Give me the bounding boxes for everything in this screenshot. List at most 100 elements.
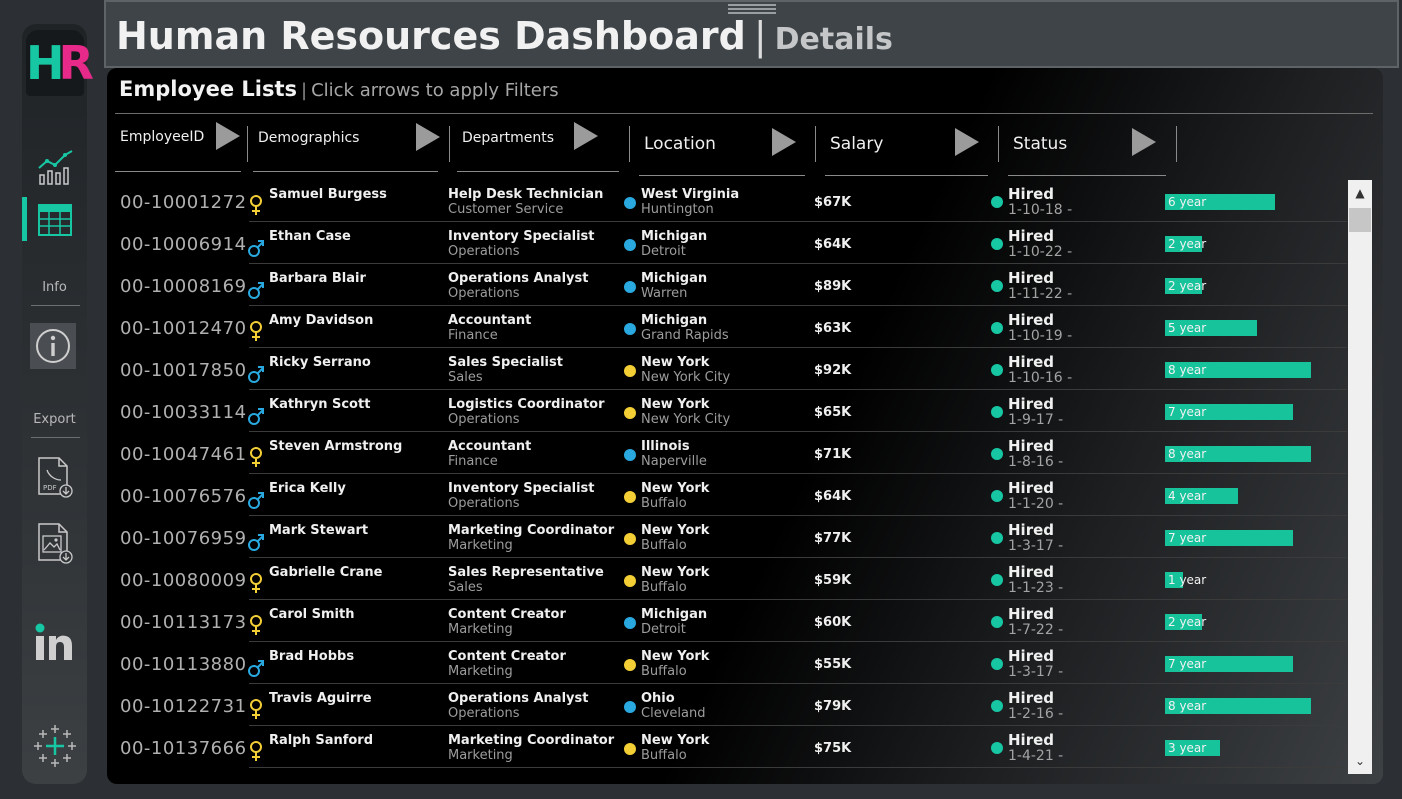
department: Marketing — [448, 538, 513, 553]
table-row[interactable]: 00-10137666 Ralph Sanford Marketing Coordi… — [107, 726, 1347, 768]
job-title: Accountant — [448, 313, 532, 328]
state: West Virginia — [641, 187, 740, 202]
employee-id: 00-10113173 — [120, 612, 247, 633]
job-title: Content Creator — [448, 607, 566, 622]
state: New York — [641, 523, 710, 538]
tenure-label: 7 year — [1168, 531, 1207, 545]
hire-date: 1-9-17 - — [1008, 412, 1064, 428]
employee-id: 00-10080009 — [120, 570, 247, 591]
table-row[interactable]: 00-10113880 Brad Hobbs Content Creator Mark… — [107, 642, 1347, 684]
table-row[interactable]: 00-10033114 Kathryn Scott Logistics Coordi… — [107, 390, 1347, 432]
status-dot — [991, 448, 1003, 460]
employee-id: 00-10122731 — [120, 696, 247, 717]
status-dot — [991, 742, 1003, 754]
table-row[interactable]: 00-10012470 Amy Davidson Accountant Finance… — [107, 306, 1347, 348]
location-dot — [624, 281, 636, 293]
department: Operations — [448, 412, 520, 427]
image-export-icon[interactable] — [22, 522, 87, 566]
status-badge: Hired — [1008, 269, 1055, 287]
table-row[interactable]: 00-10001272 Samuel Burgess Help Desk Techn… — [107, 180, 1347, 222]
tenure-bar: 5 year — [1165, 320, 1325, 336]
male-icon — [247, 488, 265, 510]
employee-id: 00-10006914 — [120, 234, 247, 255]
tenure-label: 2 year — [1168, 237, 1207, 251]
job-title: Operations Analyst — [448, 691, 589, 706]
table-row[interactable]: 00-10076576 Erica Kelly Inventory Speciali… — [107, 474, 1347, 516]
employee-name: Carol Smith — [269, 607, 355, 622]
employee-id: 00-10001272 — [120, 192, 247, 213]
table-row[interactable]: 00-10047461 Steven Armstrong Accountant Fin… — [107, 432, 1347, 474]
department: Finance — [448, 454, 498, 469]
filter-label: Departments — [462, 130, 555, 146]
vertical-scrollbar[interactable]: ▲ ⌄ — [1348, 180, 1372, 774]
filter-arrow-icon[interactable] — [416, 123, 440, 151]
city: New York City — [641, 412, 731, 427]
employee-id: 00-10076959 — [120, 528, 247, 549]
tenure-label: 8 year — [1168, 447, 1207, 461]
filter-arrow-icon[interactable] — [1132, 128, 1156, 156]
salary: $77K — [814, 531, 852, 546]
info-icon[interactable] — [30, 323, 76, 369]
status-badge: Hired — [1008, 521, 1055, 539]
table-row[interactable]: 00-10113173 Carol Smith Content Creator Mar… — [107, 600, 1347, 642]
female-icon — [247, 320, 265, 342]
tableau-icon[interactable] — [22, 724, 87, 768]
status-dot — [991, 406, 1003, 418]
status-dot — [991, 280, 1003, 292]
tenure-bar: 6 year — [1165, 194, 1325, 210]
location-dot — [624, 617, 636, 629]
line-chart-icon[interactable] — [22, 146, 87, 186]
hire-date: 1-10-22 - — [1008, 244, 1073, 260]
drag-handle[interactable] — [728, 4, 776, 14]
table-row[interactable]: 00-10122731 Travis Aguirre Operations Anal… — [107, 684, 1347, 726]
status-badge: Hired — [1008, 353, 1055, 371]
employee-list-panel: Employee Lists | Click arrows to apply Fil… — [107, 68, 1383, 784]
hire-date: 1-2-16 - — [1008, 706, 1064, 722]
job-title: Accountant — [448, 439, 532, 454]
department: Operations — [448, 706, 520, 721]
employee-name: Amy Davidson — [269, 313, 374, 328]
scroll-thumb[interactable] — [1349, 208, 1371, 232]
female-icon — [247, 740, 265, 762]
male-icon — [247, 656, 265, 678]
filter-label: Demographics — [258, 130, 360, 146]
table-row[interactable]: 00-10080009 Gabrielle Crane Sales Represen… — [107, 558, 1347, 600]
table-icon[interactable] — [22, 204, 87, 236]
scroll-down-icon[interactable]: ⌄ — [1348, 748, 1372, 774]
panel-title: Employee Lists — [119, 77, 297, 101]
tenure-bar: 7 year — [1165, 530, 1325, 546]
filter-arrow-icon[interactable] — [216, 122, 240, 150]
tenure-bar: 2 year — [1165, 236, 1325, 252]
status-badge: Hired — [1008, 689, 1055, 707]
status-dot — [991, 574, 1003, 586]
state: Michigan — [641, 271, 708, 286]
department: Customer Service — [448, 202, 564, 217]
table-row[interactable]: 00-10006914 Ethan Case Inventory Specialis… — [107, 222, 1347, 264]
tenure-label: 1 year — [1168, 573, 1207, 587]
status-dot — [991, 238, 1003, 250]
male-icon — [247, 278, 265, 300]
table-row[interactable]: 00-10017850 Ricky Serrano Sales Specialist… — [107, 348, 1347, 390]
status-badge: Hired — [1008, 437, 1055, 455]
salary: $89K — [814, 279, 852, 294]
pdf-export-icon[interactable]: PDF — [22, 456, 87, 500]
filter-location: Location — [639, 126, 805, 176]
hire-date: 1-3-17 - — [1008, 664, 1064, 680]
male-icon — [247, 404, 265, 426]
title-bar: Human Resources Dashboard | Details — [104, 0, 1399, 68]
filter-arrow-icon[interactable] — [772, 128, 796, 156]
export-label: Export — [33, 412, 76, 427]
tenure-bar: 7 year — [1165, 404, 1325, 420]
employee-id: 00-10012470 — [120, 318, 247, 339]
filter-arrow-icon[interactable] — [955, 128, 979, 156]
table-row[interactable]: 00-10008169 Barbara Blair Operations Analy… — [107, 264, 1347, 306]
status-badge: Hired — [1008, 563, 1055, 581]
filter-arrow-icon[interactable] — [574, 122, 598, 150]
state: Illinois — [641, 439, 690, 454]
scroll-up-icon[interactable]: ▲ — [1348, 180, 1372, 206]
hr-logo[interactable]: HR — [26, 30, 94, 96]
job-title: Sales Specialist — [448, 355, 563, 370]
table-row[interactable]: 00-10076959 Mark Stewart Marketing Coordin… — [107, 516, 1347, 558]
linkedin-icon[interactable] — [22, 622, 87, 662]
department: Operations — [448, 496, 520, 511]
